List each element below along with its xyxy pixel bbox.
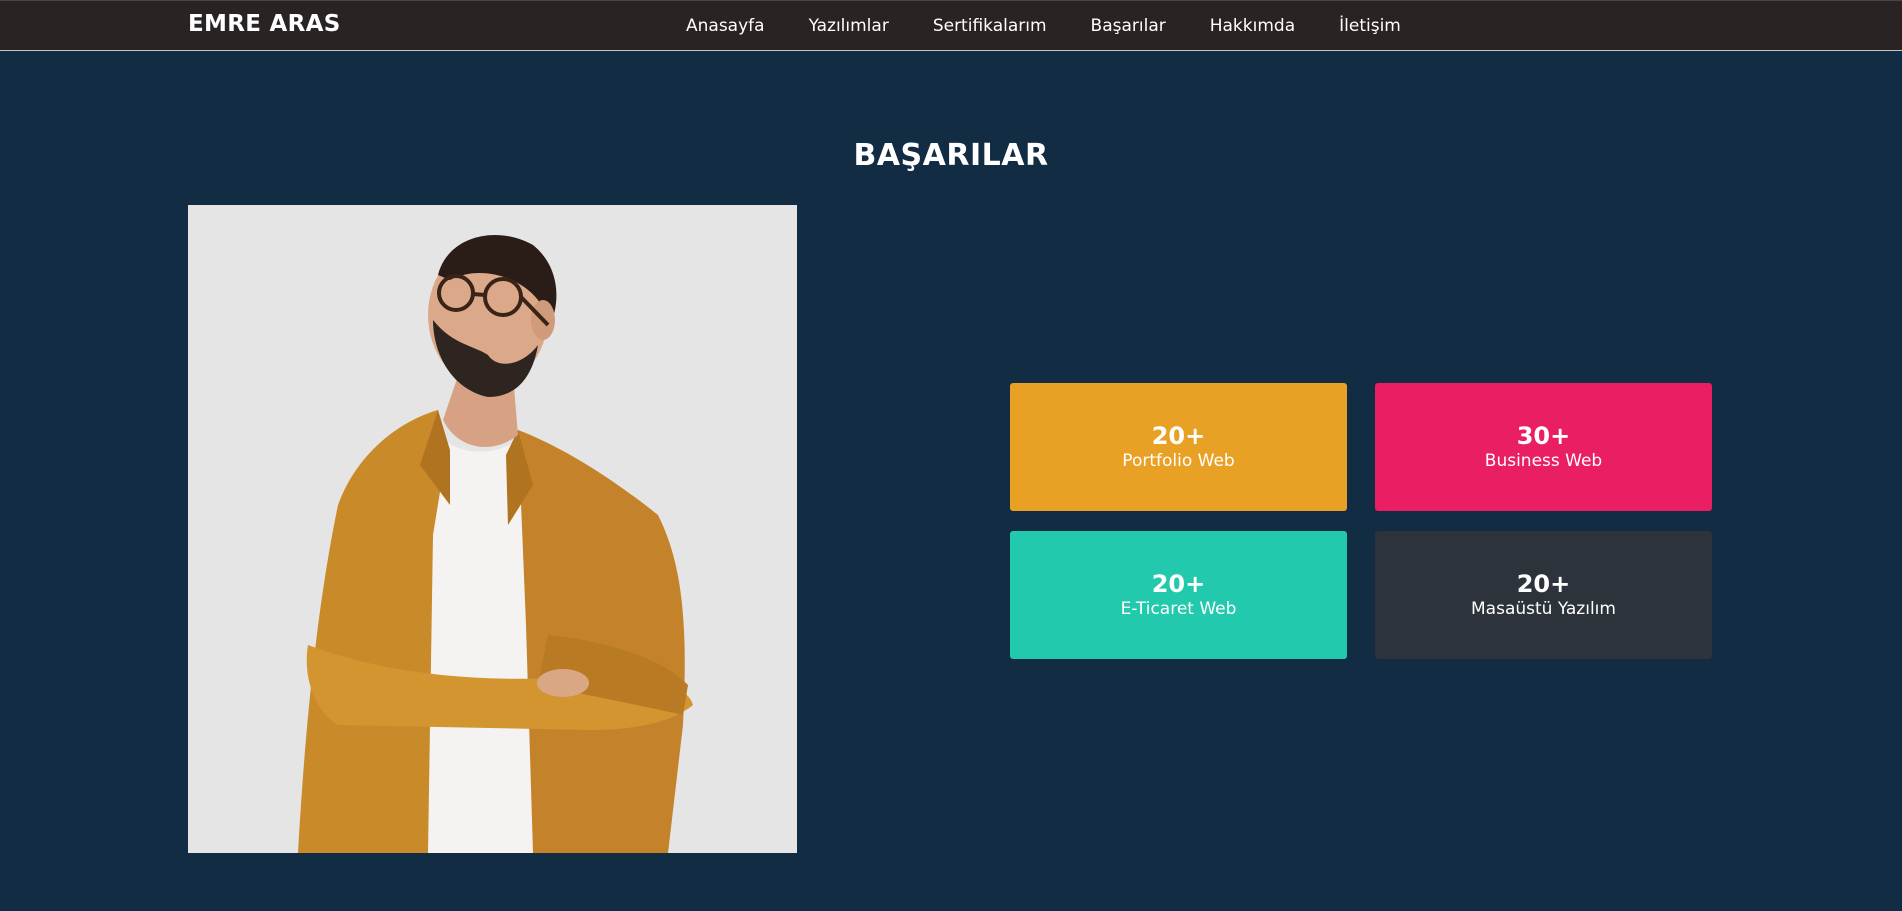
nav-link-hakkimda[interactable]: Hakkımda bbox=[1210, 16, 1295, 36]
nav-link-sertifikalarim[interactable]: Sertifikalarım bbox=[933, 16, 1047, 36]
section-title: BAŞARILAR bbox=[853, 138, 1049, 173]
stat-value: 20+ bbox=[1151, 570, 1206, 598]
stat-label: Business Web bbox=[1484, 451, 1603, 471]
nav-menu: Anasayfa Yazılımlar Sertifikalarım Başar… bbox=[686, 16, 1445, 36]
brand-logo[interactable]: EMRE ARAS bbox=[188, 11, 341, 37]
nav-link-anasayfa[interactable]: Anasayfa bbox=[686, 16, 765, 36]
nav-link-yazilimlar[interactable]: Yazılımlar bbox=[809, 16, 889, 36]
top-navbar: EMRE ARAS Anasayfa Yazılımlar Sertifikal… bbox=[0, 0, 1902, 51]
stat-card-e-ticaret-web: 20+ E-Ticaret Web bbox=[1010, 531, 1347, 659]
stat-card-business-web: 30+ Business Web bbox=[1375, 383, 1712, 511]
stat-label: E-Ticaret Web bbox=[1120, 599, 1237, 619]
stat-label: Masaüstü Yazılım bbox=[1471, 599, 1616, 619]
stat-card-masaustu-yazilim: 20+ Masaüstü Yazılım bbox=[1375, 531, 1712, 659]
stat-value: 30+ bbox=[1516, 422, 1571, 450]
stat-value: 20+ bbox=[1151, 422, 1206, 450]
profile-photo bbox=[188, 205, 797, 853]
stat-value: 20+ bbox=[1516, 570, 1571, 598]
nav-link-iletisim[interactable]: İletişim bbox=[1339, 16, 1401, 36]
stat-label: Portfolio Web bbox=[1122, 451, 1235, 471]
stat-card-portfolio-web: 20+ Portfolio Web bbox=[1010, 383, 1347, 511]
nav-link-basarilar[interactable]: Başarılar bbox=[1091, 16, 1166, 36]
